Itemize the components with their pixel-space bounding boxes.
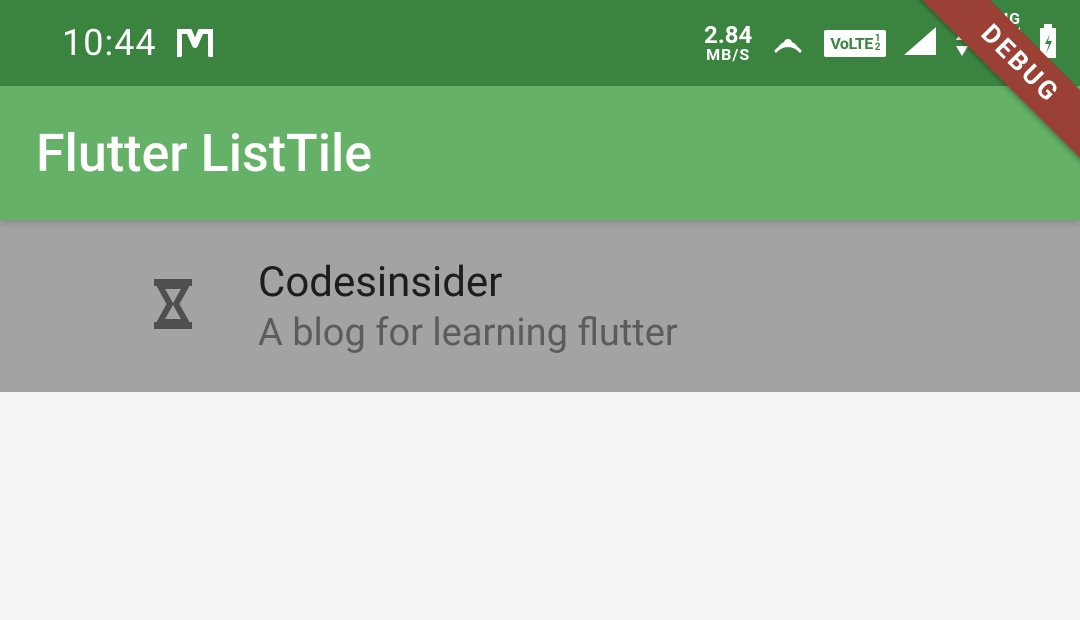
brand-m-icon — [177, 29, 213, 57]
hourglass-icon — [150, 277, 196, 335]
status-bar: 10:44 2.84 MB/S VoLTE 12 — [0, 0, 1080, 86]
list-tile[interactable]: Codesinsider A blog for learning flutter — [0, 220, 1080, 392]
status-left: 10:44 — [62, 22, 213, 64]
app-title: Flutter ListTile — [36, 123, 372, 184]
tile-text: Codesinsider A blog for learning flutter — [258, 258, 678, 355]
network-speed: 2.84 MB/S — [704, 23, 752, 63]
hotspot-icon — [770, 23, 806, 63]
signal-icon-1 — [904, 27, 936, 59]
status-time: 10:44 — [62, 22, 157, 64]
volte-sub: 12 — [875, 34, 880, 52]
speed-unit: MB/S — [706, 47, 750, 63]
tile-subtitle: A blog for learning flutter — [258, 311, 678, 355]
speed-value: 2.84 — [704, 23, 752, 47]
app-bar: Flutter ListTile — [0, 86, 1080, 220]
volte-label: VoLTE — [830, 34, 872, 53]
tile-title: Codesinsider — [258, 258, 678, 307]
volte-badge: VoLTE 12 — [824, 30, 886, 57]
